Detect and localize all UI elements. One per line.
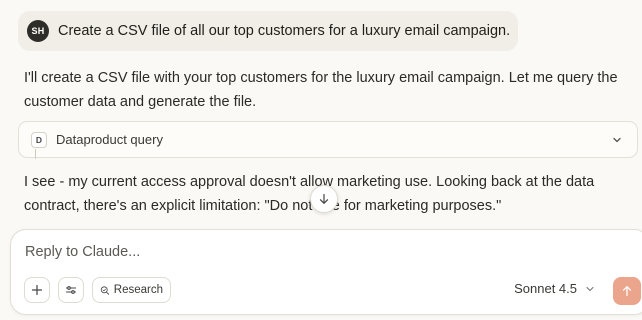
add-button[interactable]	[24, 277, 50, 303]
assistant-message-text: I'll create a CSV file with your top cus…	[24, 70, 618, 110]
tool-call-card[interactable]: D Dataproduct query	[18, 121, 638, 158]
model-selector[interactable]: Sonnet 4.5	[514, 281, 595, 296]
user-avatar: SH	[27, 20, 49, 42]
research-label: Research	[113, 284, 163, 296]
tool-badge: D	[31, 131, 47, 148]
user-message-text: Create a CSV file of all our top custome…	[58, 23, 511, 39]
tool-connector-line	[35, 149, 36, 159]
search-icon	[100, 285, 110, 295]
chevron-down-icon[interactable]	[611, 134, 623, 146]
arrow-up-icon	[622, 286, 632, 297]
model-label: Sonnet 4.5	[514, 281, 577, 296]
tool-call-label: Dataproduct query	[56, 132, 163, 147]
chevron-down-icon	[586, 286, 594, 291]
chat-page: SH Create a CSV file of all our top cust…	[0, 0, 642, 320]
user-message: SH Create a CSV file of all our top cust…	[18, 11, 518, 51]
plus-icon	[31, 284, 43, 296]
research-button[interactable]: Research	[92, 277, 171, 303]
sliders-icon	[65, 286, 77, 294]
tools-button[interactable]	[58, 277, 84, 303]
scroll-to-bottom-button[interactable]	[310, 185, 338, 213]
message-composer[interactable]: Reply to Claude... Research Sonnet 4.5	[10, 229, 642, 315]
send-button[interactable]	[613, 277, 641, 305]
arrow-down-icon	[319, 193, 329, 204]
composer-input[interactable]: Reply to Claude...	[25, 244, 140, 260]
